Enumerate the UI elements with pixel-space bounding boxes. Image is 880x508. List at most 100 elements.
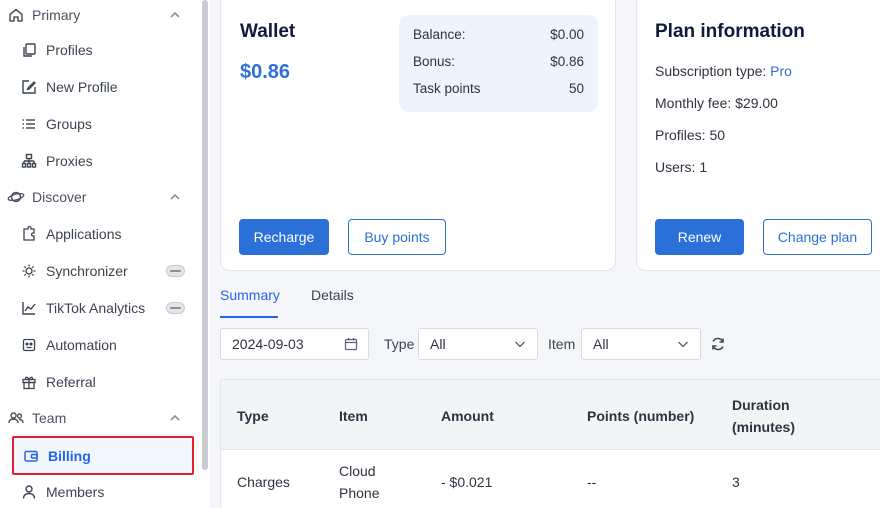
sidebar-item-members[interactable]: Members bbox=[12, 475, 194, 508]
network-icon bbox=[20, 152, 38, 170]
sidebar-scrollbar[interactable] bbox=[202, 0, 208, 470]
wallet-card: Wallet $0.86 Balance: $0.00 Bonus: $0.86… bbox=[220, 0, 616, 271]
users-count: Users: 1 bbox=[655, 159, 708, 175]
sidebar-item-label: New Profile bbox=[46, 79, 118, 95]
cell-item: Cloud Phone bbox=[339, 463, 380, 501]
cell-points: -- bbox=[587, 474, 597, 490]
type-filter-label: Type bbox=[384, 336, 415, 352]
task-points-label: Task points bbox=[413, 81, 481, 96]
active-tab-indicator bbox=[220, 316, 278, 318]
wallet-amount: $0.86 bbox=[240, 61, 291, 83]
billing-table: Type Item Amount Points (number) Duratio… bbox=[220, 379, 880, 508]
wallet-title: Wallet bbox=[240, 21, 296, 42]
sidebar-item-label: Applications bbox=[46, 226, 122, 242]
chevron-down-icon bbox=[515, 341, 525, 348]
chevron-up-icon bbox=[170, 414, 180, 421]
copy-icon bbox=[20, 41, 38, 59]
change-plan-button[interactable]: Change plan bbox=[763, 219, 872, 255]
cell-duration: 3 bbox=[732, 474, 740, 490]
sidebar-item-label: Referral bbox=[46, 374, 96, 390]
wallet-icon bbox=[22, 447, 40, 465]
bonus-value: $0.86 bbox=[550, 54, 584, 69]
chevron-up-icon bbox=[170, 193, 180, 200]
sidebar-item-groups[interactable]: Groups bbox=[12, 107, 194, 141]
balance-label: Balance: bbox=[413, 27, 466, 42]
date-value: 2024-09-03 bbox=[232, 336, 304, 352]
sidebar-item-referral[interactable]: Referral bbox=[12, 365, 194, 399]
more-options-icon[interactable] bbox=[166, 265, 185, 277]
column-header-type: Type bbox=[237, 408, 269, 424]
profiles-count: Profiles: 50 bbox=[655, 127, 726, 143]
edit-icon bbox=[20, 78, 38, 96]
sidebar-section-team[interactable]: Team bbox=[0, 403, 200, 433]
sidebar-item-label: Members bbox=[46, 484, 105, 500]
sidebar-item-profiles[interactable]: Profiles bbox=[12, 33, 194, 67]
sidebar-section-primary[interactable]: Primary bbox=[0, 0, 200, 30]
sidebar-item-label: Billing bbox=[48, 447, 91, 464]
task-points-row: Task points 50 bbox=[413, 81, 584, 96]
refresh-icon[interactable] bbox=[710, 336, 726, 352]
buy-points-button[interactable]: Buy points bbox=[348, 219, 446, 255]
table-header: Type Item Amount Points (number) Duratio… bbox=[221, 380, 880, 450]
sidebar-section-label: Discover bbox=[32, 189, 87, 205]
sidebar-item-label: Groups bbox=[46, 116, 92, 132]
plan-card: Plan information Subscription type: Pro … bbox=[636, 0, 880, 271]
column-header-points: Points (number) bbox=[587, 408, 695, 424]
home-icon bbox=[7, 6, 25, 24]
item-filter-label: Item bbox=[548, 336, 576, 352]
bonus-label: Bonus: bbox=[413, 54, 456, 69]
calendar-icon bbox=[344, 338, 358, 351]
sidebar-item-label: Synchronizer bbox=[46, 263, 128, 279]
app-root: Primary Profiles New Profile Groups Prox… bbox=[0, 0, 880, 508]
renew-button[interactable]: Renew bbox=[655, 219, 744, 255]
tab-details[interactable]: Details bbox=[311, 287, 354, 303]
date-picker[interactable]: 2024-09-03 bbox=[220, 328, 369, 360]
subscription-value: Pro bbox=[770, 63, 792, 79]
cell-amount: - $0.021 bbox=[441, 474, 493, 490]
column-header-item: Item bbox=[339, 408, 368, 424]
item-select-value: All bbox=[593, 336, 609, 352]
task-points-value: 50 bbox=[568, 81, 584, 96]
users-icon bbox=[7, 409, 25, 427]
type-select[interactable]: All bbox=[418, 328, 538, 360]
balance-summary: Balance: $0.00 Bonus: $0.86 Task points … bbox=[399, 15, 598, 112]
chart-line-icon bbox=[20, 299, 38, 317]
item-select[interactable]: All bbox=[581, 328, 701, 360]
puzzle-icon bbox=[20, 225, 38, 243]
planet-icon bbox=[7, 188, 25, 206]
sidebar-item-tiktok-analytics[interactable]: TikTok Analytics bbox=[12, 291, 194, 325]
sidebar-item-label: TikTok Analytics bbox=[46, 300, 146, 316]
sidebar-section-label: Team bbox=[32, 410, 67, 426]
recharge-button[interactable]: Recharge bbox=[239, 219, 329, 255]
chevron-down-icon bbox=[678, 341, 688, 348]
column-header-amount: Amount bbox=[441, 408, 494, 424]
sidebar-item-new-profile[interactable]: New Profile bbox=[12, 70, 194, 104]
balance-value: $0.00 bbox=[550, 27, 584, 42]
subscription-label: Subscription type: bbox=[655, 63, 771, 79]
more-options-icon[interactable] bbox=[166, 302, 185, 314]
subscription-type: Subscription type: Pro bbox=[655, 63, 792, 79]
sync-icon bbox=[20, 262, 38, 280]
member-icon bbox=[20, 483, 38, 501]
column-header-duration: Duration (minutes) bbox=[732, 397, 795, 435]
gift-icon bbox=[20, 373, 38, 391]
sidebar-item-label: Proxies bbox=[46, 153, 93, 169]
cell-type: Charges bbox=[237, 474, 290, 490]
list-icon bbox=[20, 115, 38, 133]
sidebar-item-synchronizer[interactable]: Synchronizer bbox=[12, 254, 194, 288]
sidebar-section-discover[interactable]: Discover bbox=[0, 182, 200, 212]
balance-row: Balance: $0.00 bbox=[413, 27, 584, 42]
robot-icon bbox=[20, 336, 38, 354]
type-select-value: All bbox=[430, 336, 446, 352]
sidebar-item-billing[interactable]: Billing bbox=[12, 436, 194, 475]
bonus-row: Bonus: $0.86 bbox=[413, 54, 584, 69]
sidebar-section-label: Primary bbox=[32, 7, 81, 23]
sidebar-item-label: Profiles bbox=[46, 42, 93, 58]
sidebar-item-applications[interactable]: Applications bbox=[12, 217, 194, 251]
plan-title: Plan information bbox=[655, 21, 805, 42]
sidebar-item-automation[interactable]: Automation bbox=[12, 328, 194, 362]
monthly-fee: Monthly fee: $29.00 bbox=[655, 95, 778, 111]
sidebar: Primary Profiles New Profile Groups Prox… bbox=[0, 0, 210, 508]
sidebar-item-proxies[interactable]: Proxies bbox=[12, 144, 194, 178]
tab-summary[interactable]: Summary bbox=[220, 287, 280, 303]
